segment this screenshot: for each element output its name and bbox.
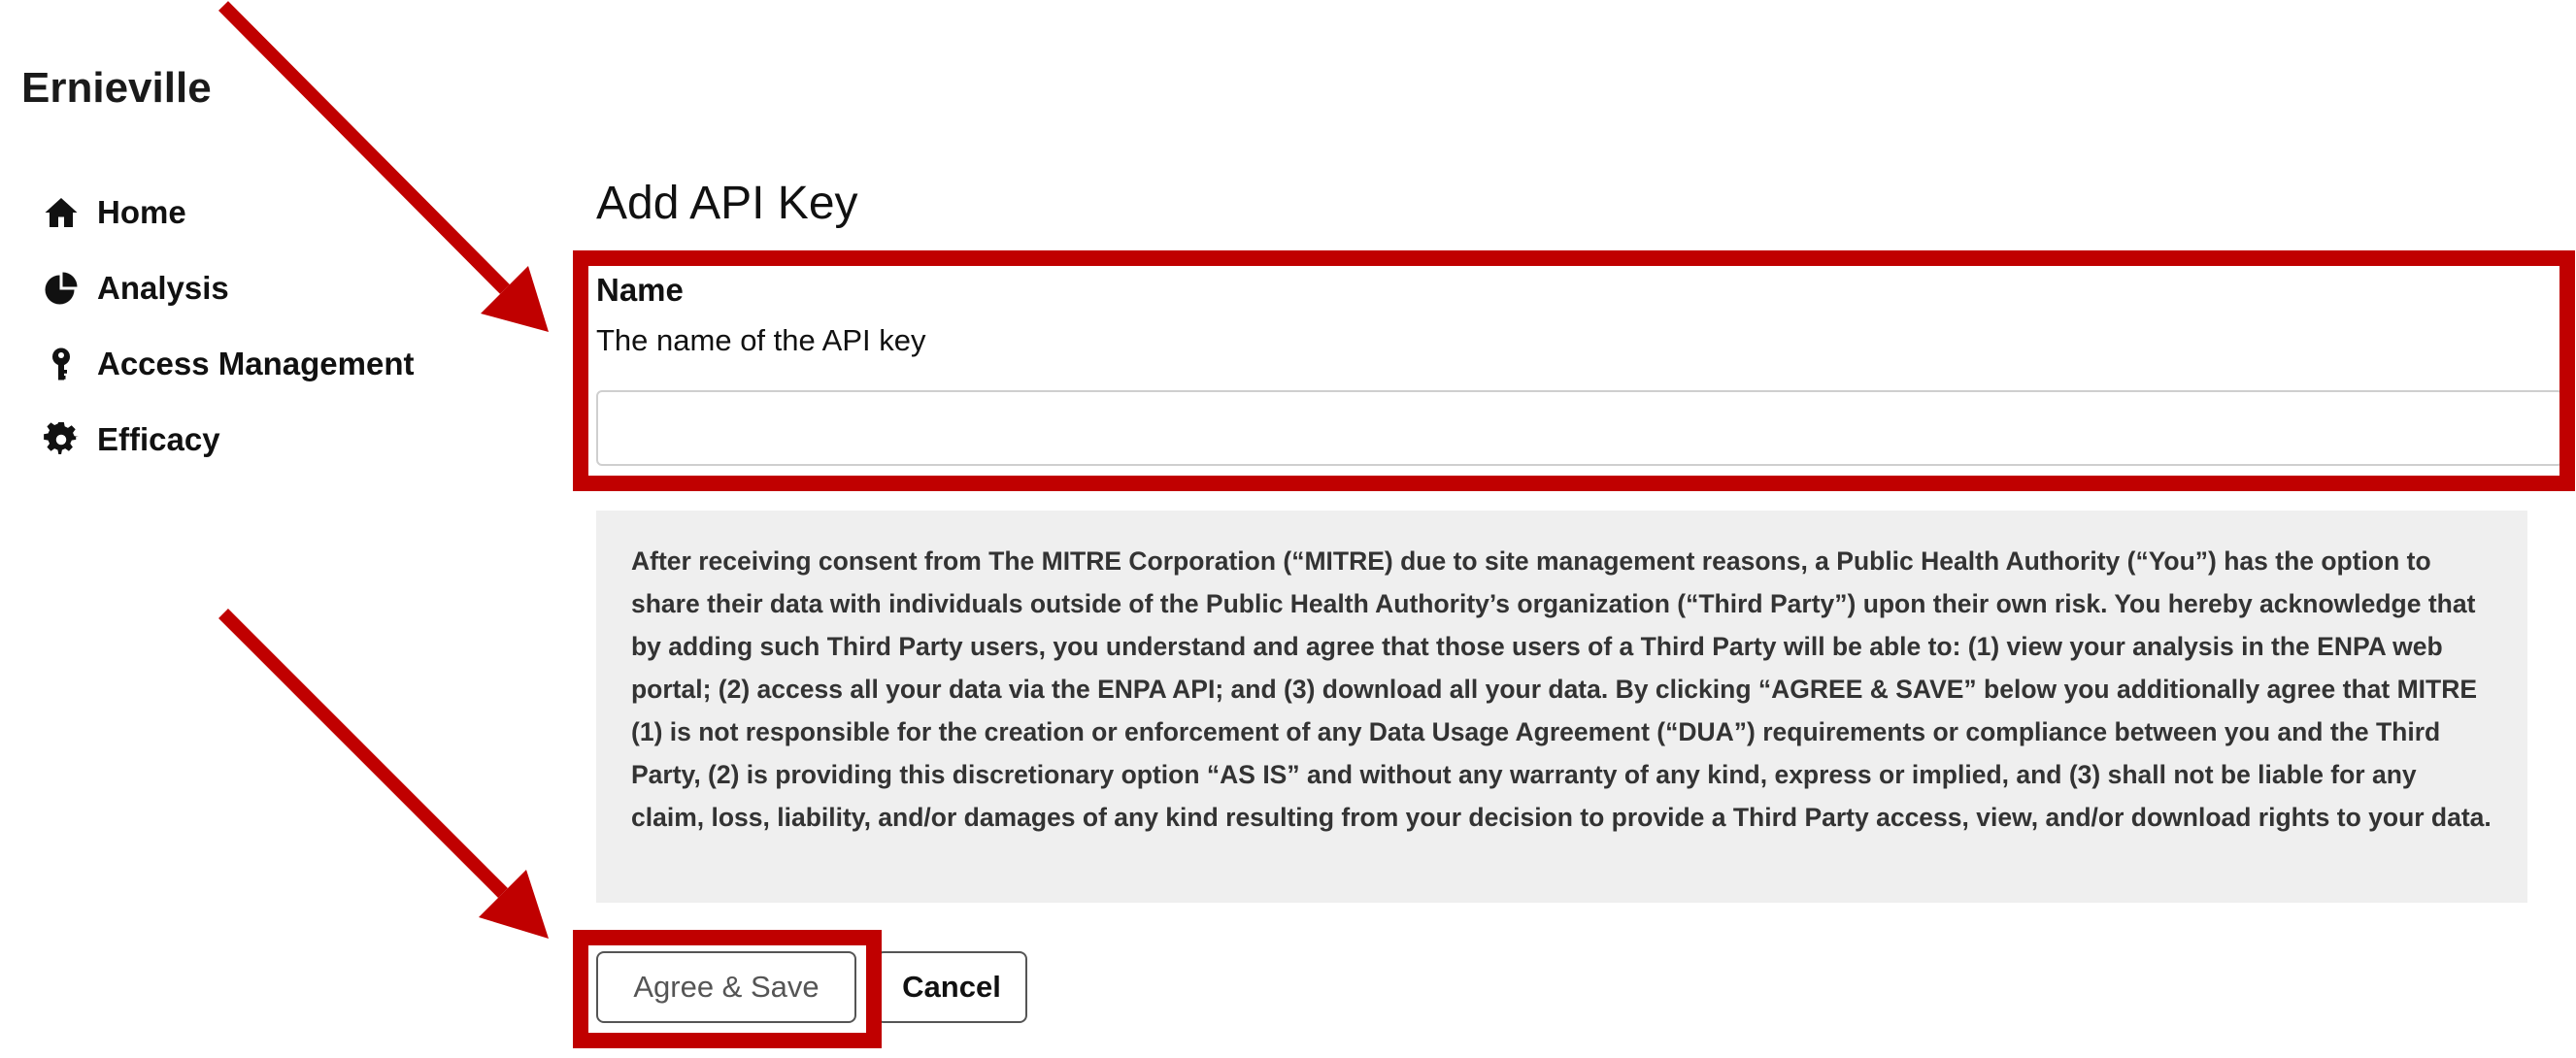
arrow-to-name-field	[218, 1, 549, 332]
arrow-to-save-button	[218, 609, 549, 939]
annotation-arrows	[218, 1, 549, 939]
